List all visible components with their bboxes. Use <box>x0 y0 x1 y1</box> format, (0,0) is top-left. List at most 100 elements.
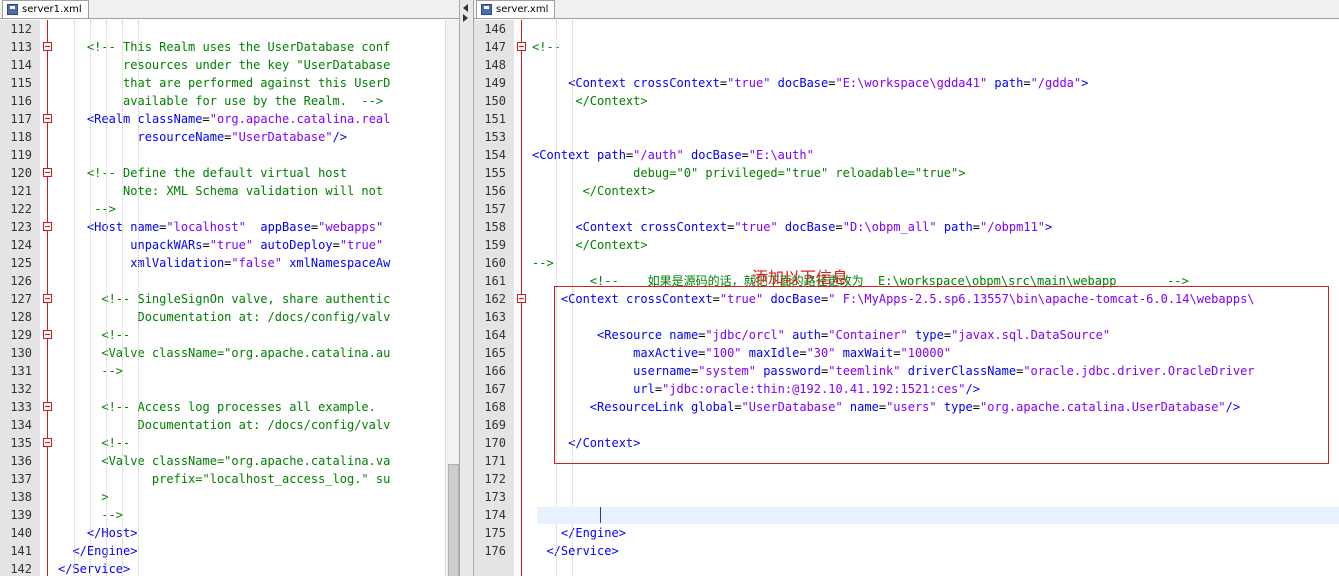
code-line[interactable]: 156 </Context> <box>474 182 1339 200</box>
fold-collapse-icon[interactable] <box>517 294 526 303</box>
code-line[interactable]: 151 <box>474 110 1339 128</box>
line-number: 160 <box>484 256 506 270</box>
tab-server-xml[interactable]: server.xml <box>476 0 556 18</box>
line-number: 172 <box>484 472 506 486</box>
fold-collapse-icon[interactable] <box>43 438 52 447</box>
code-line[interactable]: 154 <Context path="/auth" docBase="E:\aut… <box>474 146 1339 164</box>
code-line[interactable]: 112 <box>0 20 459 38</box>
code-line[interactable]: 157 <box>474 200 1339 218</box>
code-line[interactable]: 142 </Service> <box>0 560 459 576</box>
line-number: 154 <box>484 148 506 162</box>
line-number: 162 <box>484 292 506 306</box>
code-line[interactable]: 119 <box>0 146 459 164</box>
code-line[interactable]: 140 </Host> <box>0 524 459 542</box>
code-text: <Realm className="org.apache.catalina.re… <box>86 112 391 126</box>
line-number: 142 <box>10 562 32 576</box>
left-tab-bar: server1.xml <box>0 0 459 19</box>
code-line[interactable]: 138 > <box>0 488 459 506</box>
code-line[interactable]: 120 <!-- Define the default virtual host <box>0 164 459 182</box>
fold-collapse-icon[interactable] <box>43 222 52 231</box>
code-line[interactable]: 125 xmlValidation="false" xmlNamespaceAw <box>0 254 459 272</box>
code-text: Documentation at: /docs/config/valv <box>58 418 391 432</box>
code-line[interactable]: 155 debug="0" privileged="true" reloadab… <box>474 164 1339 182</box>
code-text: --> <box>58 202 116 216</box>
line-number: 166 <box>484 364 506 378</box>
code-line[interactable]: 135 <!-- <box>0 434 459 452</box>
code-line[interactable]: 148 <box>474 56 1339 74</box>
code-line[interactable]: 131 --> <box>0 362 459 380</box>
code-text: xmlValidation="false" xmlNamespaceAw <box>58 256 391 270</box>
fold-collapse-icon[interactable] <box>43 294 52 303</box>
code-line[interactable]: 126 <box>0 272 459 290</box>
code-line[interactable]: 136 <Valve className="org.apache.catalin… <box>0 452 459 470</box>
code-line[interactable]: 134 Documentation at: /docs/config/valv <box>0 416 459 434</box>
code-line[interactable]: 173 <box>474 488 1339 506</box>
code-line[interactable]: 175 </Engine> <box>474 524 1339 542</box>
code-line[interactable]: 158 <Context crossContext="true" docBase… <box>474 218 1339 236</box>
code-line[interactable]: 123 <Host name="localhost" appBase="weba… <box>0 218 459 236</box>
code-line[interactable]: 176 </Service> <box>474 542 1339 560</box>
code-text: </Engine> <box>72 544 138 558</box>
tab-server1-xml[interactable]: server1.xml <box>2 0 89 18</box>
code-line[interactable]: 122 --> <box>0 200 459 218</box>
indent-guide <box>122 20 123 576</box>
code-line[interactable]: 147 <!-- <box>474 38 1339 56</box>
code-line[interactable]: 121 Note: XML Schema validation will not <box>0 182 459 200</box>
code-line[interactable]: 160 --> <box>474 254 1339 272</box>
code-line[interactable]: 128 Documentation at: /docs/config/valv <box>0 308 459 326</box>
line-number: 157 <box>484 202 506 216</box>
code-text: prefix="localhost_access_log." su <box>58 472 391 486</box>
code-line[interactable]: 159 </Context> <box>474 236 1339 254</box>
line-number: 163 <box>484 310 506 324</box>
right-tab-bar: server.xml <box>474 0 1339 19</box>
line-number: 159 <box>484 238 506 252</box>
code-text: </Context> <box>532 238 648 252</box>
line-number: 158 <box>484 220 506 234</box>
code-line[interactable]: 118 resourceName="UserDatabase"/> <box>0 128 459 146</box>
line-number: 113 <box>10 40 32 54</box>
line-number: 148 <box>484 58 506 72</box>
code-line[interactable]: 130 <Valve className="org.apache.catalin… <box>0 344 459 362</box>
vertical-scrollbar[interactable] <box>445 20 459 576</box>
code-line[interactable]: 129 <!-- <box>0 326 459 344</box>
fold-collapse-icon[interactable] <box>43 330 52 339</box>
code-line[interactable]: 124 unpackWARs="true" autoDeploy="true" <box>0 236 459 254</box>
code-line[interactable]: 116 available for use by the Realm. --> <box>0 92 459 110</box>
split-right-arrow-icon[interactable] <box>463 14 468 22</box>
code-line[interactable]: 132 <box>0 380 459 398</box>
code-line[interactable]: 133 <!-- Access log processes all exampl… <box>0 398 459 416</box>
code-line[interactable]: 150 </Context> <box>474 92 1339 110</box>
code-line[interactable]: 146 <box>474 20 1339 38</box>
code-line[interactable]: 115 that are performed against this User… <box>0 74 459 92</box>
line-number: 146 <box>484 22 506 36</box>
fold-collapse-icon[interactable] <box>43 42 52 51</box>
code-editor-left[interactable]: 112 113 <!-- This Realm uses the UserData… <box>0 20 459 576</box>
scrollbar-thumb[interactable] <box>448 464 459 576</box>
line-number: 138 <box>10 490 32 504</box>
line-number: 139 <box>10 508 32 522</box>
fold-collapse-icon[interactable] <box>43 114 52 123</box>
code-line[interactable]: 127 <!-- SingleSignOn valve, share authe… <box>0 290 459 308</box>
line-number: 130 <box>10 346 32 360</box>
code-text: resources under the key "UserDatabase <box>58 58 391 72</box>
code-line[interactable]: 153 <box>474 128 1339 146</box>
fold-collapse-icon[interactable] <box>43 402 52 411</box>
code-line[interactable]: 141 </Engine> <box>0 542 459 560</box>
code-line[interactable]: 117 <Realm className="org.apache.catalin… <box>0 110 459 128</box>
code-line[interactable]: 149 <Context crossContext="true" docBase… <box>474 74 1339 92</box>
code-line[interactable]: 172 <box>474 470 1339 488</box>
line-number: 161 <box>484 274 506 288</box>
view-splitter[interactable] <box>459 0 474 576</box>
line-number: 153 <box>484 130 506 144</box>
line-number: 165 <box>484 346 506 360</box>
line-number: 167 <box>484 382 506 396</box>
code-line[interactable]: 139 --> <box>0 506 459 524</box>
code-line[interactable]: 137 prefix="localhost_access_log." su <box>0 470 459 488</box>
fold-collapse-icon[interactable] <box>517 42 526 51</box>
split-left-arrow-icon[interactable] <box>463 4 468 12</box>
code-line[interactable]: 113 <!-- This Realm uses the UserDatabas… <box>0 38 459 56</box>
code-line[interactable]: 114 resources under the key "UserDatabas… <box>0 56 459 74</box>
line-number: 175 <box>484 526 506 540</box>
fold-collapse-icon[interactable] <box>43 168 52 177</box>
tab-label: server1.xml <box>22 4 82 15</box>
